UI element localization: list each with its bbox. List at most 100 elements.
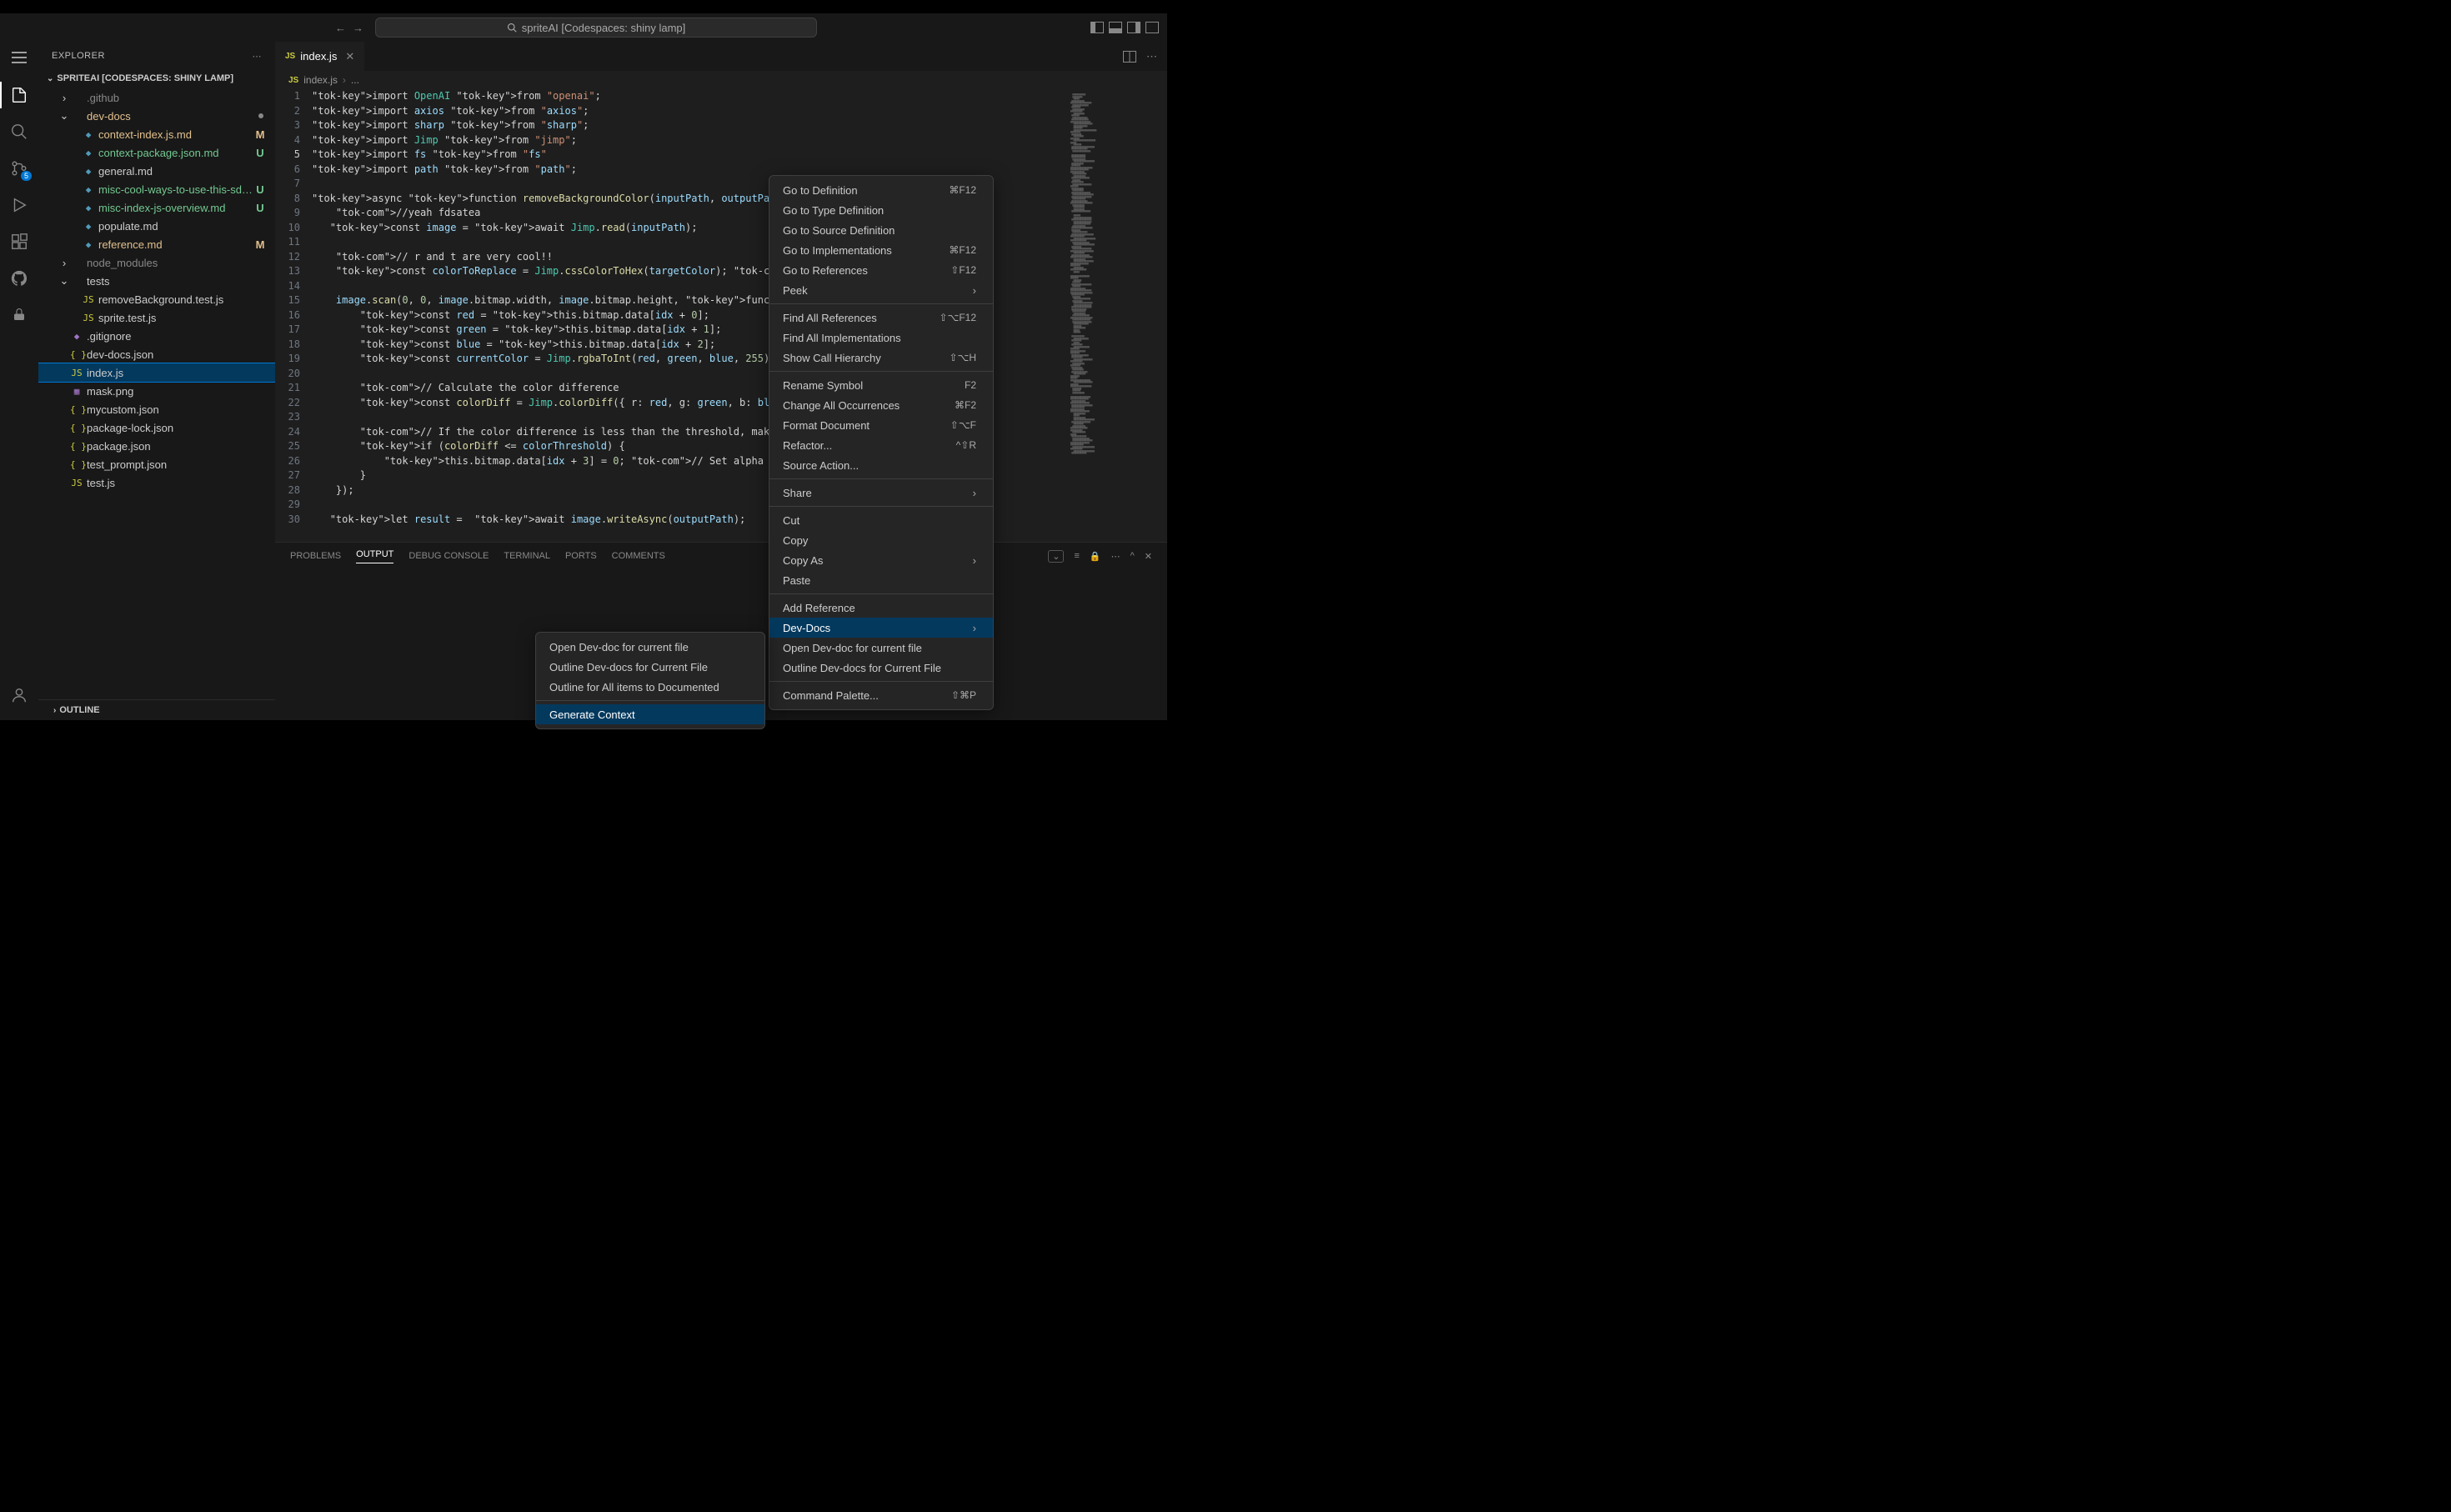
menu-item-format-document[interactable]: Format Document⇧⌥F — [769, 415, 993, 435]
tree-item-misc-index-js-overview-md[interactable]: ◆misc-index-js-overview.mdU — [38, 198, 275, 217]
tree-item-mask-png[interactable]: ▦mask.png — [38, 382, 275, 400]
tree-item-misc-cool-ways-to-use-this-sdk-md[interactable]: ◆misc-cool-ways-to-use-this-sdk.mdU — [38, 180, 275, 198]
menu-item-dev-docs[interactable]: Dev-Docs› — [769, 618, 993, 638]
menu-item-peek[interactable]: Peek› — [769, 280, 993, 300]
workspace-title[interactable]: ⌄ SPRITEAI [CODESPACES: SHINY LAMP] — [38, 70, 275, 87]
run-debug-icon[interactable] — [9, 195, 29, 215]
nav-back-icon[interactable]: ← — [335, 22, 346, 34]
menu-item-outline-dev-docs-for-current-file[interactable]: Outline Dev-docs for Current File — [769, 658, 993, 678]
tree-item-dev-docs-json[interactable]: { }dev-docs.json — [38, 345, 275, 363]
breadcrumb-ellipsis[interactable]: ... — [351, 74, 359, 86]
menu-item-outline-dev-docs-for-current-file[interactable]: Outline Dev-docs for Current File — [536, 657, 764, 677]
panel-tab-problems[interactable]: PROBLEMS — [290, 551, 341, 561]
context-menu-devdocs-sub[interactable]: Open Dev-doc for current fileOutline Dev… — [535, 632, 765, 729]
accounts-icon[interactable] — [9, 685, 29, 705]
menu-item-go-to-implementations[interactable]: Go to Implementations⌘F12 — [769, 240, 993, 260]
panel-tab-ports[interactable]: PORTS — [565, 551, 597, 561]
search-activity-icon[interactable] — [9, 122, 29, 142]
menu-item-open-dev-doc-for-current-file[interactable]: Open Dev-doc for current file — [769, 638, 993, 658]
extensions-icon[interactable] — [9, 232, 29, 252]
menu-item-find-all-references[interactable]: Find All References⇧⌥F12 — [769, 308, 993, 328]
menu-label: Source Action... — [783, 459, 859, 472]
source-control-icon[interactable]: 5 — [9, 158, 29, 178]
close-icon[interactable]: ✕ — [345, 50, 354, 63]
panel-tab-terminal[interactable]: TERMINAL — [504, 551, 550, 561]
menu-item-copy[interactable]: Copy — [769, 530, 993, 550]
tree-item-tests[interactable]: ⌄tests — [38, 272, 275, 290]
menu-item-go-to-type-definition[interactable]: Go to Type Definition — [769, 200, 993, 220]
menu-item-copy-as[interactable]: Copy As› — [769, 550, 993, 570]
tree-item-general-md[interactable]: ◆general.md — [38, 162, 275, 180]
menu-item-source-action---[interactable]: Source Action... — [769, 455, 993, 475]
tree-item-dev-docs[interactable]: ⌄dev-docs — [38, 107, 275, 125]
command-center[interactable]: spriteAI [Codespaces: shiny lamp] — [375, 18, 817, 38]
breadcrumbs[interactable]: JS index.js › ... — [275, 71, 1167, 89]
tree-item-index-js[interactable]: JSindex.js — [38, 363, 275, 382]
menu-item-generate-context[interactable]: Generate Context — [536, 704, 764, 724]
menu-icon[interactable] — [12, 52, 27, 63]
git-status: M — [253, 128, 267, 141]
tree-item-removebackground-test-js[interactable]: JSremoveBackground.test.js — [38, 290, 275, 308]
menu-item-command-palette---[interactable]: Command Palette...⇧⌘P — [769, 685, 993, 705]
menu-item-go-to-source-definition[interactable]: Go to Source Definition — [769, 220, 993, 240]
file-icon: { } — [70, 423, 83, 433]
tree-item-reference-md[interactable]: ◆reference.mdM — [38, 235, 275, 253]
tree-item-mycustom-json[interactable]: { }mycustom.json — [38, 400, 275, 418]
panel-dropdown[interactable]: ⌄ — [1048, 550, 1064, 563]
nav-forward-icon[interactable]: → — [353, 22, 363, 34]
tree-item-sprite-test-js[interactable]: JSsprite.test.js — [38, 308, 275, 327]
outline-section[interactable]: › OUTLINE — [38, 699, 275, 720]
breadcrumb-file[interactable]: index.js — [303, 74, 338, 86]
tree-item-context-index-js-md[interactable]: ◆context-index.js.mdM — [38, 125, 275, 143]
menu-item-show-call-hierarchy[interactable]: Show Call Hierarchy⇧⌥H — [769, 348, 993, 368]
explorer-icon[interactable] — [9, 85, 29, 105]
panel-filter-icon[interactable]: ≡ — [1074, 551, 1079, 561]
minimap[interactable]: █████████████ ██████████ ██████ ████████… — [1067, 89, 1167, 542]
menu-item-change-all-occurrences[interactable]: Change All Occurrences⌘F2 — [769, 395, 993, 415]
toggle-panel-icon[interactable] — [1109, 22, 1122, 33]
panel-close-icon[interactable]: ✕ — [1145, 551, 1152, 562]
tree-item-node-modules[interactable]: ›node_modules — [38, 253, 275, 272]
menu-item-refactor---[interactable]: Refactor...^⇧R — [769, 435, 993, 455]
menu-item-paste[interactable]: Paste — [769, 570, 993, 590]
panel-tab-output[interactable]: OUTPUT — [356, 549, 393, 563]
menu-item-find-all-implementations[interactable]: Find All Implementations — [769, 328, 993, 348]
tree-item-package-json[interactable]: { }package.json — [38, 437, 275, 455]
tree-item-populate-md[interactable]: ◆populate.md — [38, 217, 275, 235]
toggle-primary-sidebar-icon[interactable] — [1090, 22, 1104, 33]
menu-item-add-reference[interactable]: Add Reference — [769, 598, 993, 618]
more-actions-icon[interactable]: ⋯ — [1146, 50, 1157, 63]
menu-item-share[interactable]: Share› — [769, 483, 993, 503]
menu-item-open-dev-doc-for-current-file[interactable]: Open Dev-doc for current file — [536, 637, 764, 657]
panel-maximize-icon[interactable]: ^ — [1130, 551, 1135, 561]
tree-item-test-js[interactable]: JStest.js — [38, 473, 275, 492]
menu-item-rename-symbol[interactable]: Rename SymbolF2 — [769, 375, 993, 395]
tree-item-package-lock-json[interactable]: { }package-lock.json — [38, 418, 275, 437]
file-tree[interactable]: ›.github⌄dev-docs◆context-index.js.mdM◆c… — [38, 87, 275, 699]
menu-item-cut[interactable]: Cut — [769, 510, 993, 530]
github-icon[interactable] — [9, 268, 29, 288]
file-label: sprite.test.js — [98, 312, 267, 324]
menu-shortcut: ⌘F12 — [929, 184, 976, 196]
sidebar-header: EXPLORER ⋯ — [38, 42, 275, 70]
menu-item-go-to-references[interactable]: Go to References⇧F12 — [769, 260, 993, 280]
sidebar-menu-icon[interactable]: ⋯ — [253, 51, 263, 62]
menu-item-outline-for-all-items-to-documented[interactable]: Outline for All items to Documented — [536, 677, 764, 697]
tab-index-js[interactable]: JS index.js ✕ — [275, 42, 365, 71]
devdocs-icon[interactable] — [9, 305, 29, 325]
panel-clear-icon[interactable]: ⋯ — [1111, 551, 1120, 562]
tree-item-context-package-json-md[interactable]: ◆context-package.json.mdU — [38, 143, 275, 162]
toggle-secondary-sidebar-icon[interactable] — [1127, 22, 1140, 33]
panel-lock-icon[interactable]: 🔒 — [1090, 551, 1101, 562]
submenu-arrow-icon: › — [973, 554, 976, 567]
split-editor-icon[interactable] — [1123, 51, 1136, 63]
menu-item-go-to-definition[interactable]: Go to Definition⌘F12 — [769, 180, 993, 200]
context-menu-main[interactable]: Go to Definition⌘F12Go to Type Definitio… — [769, 175, 994, 710]
panel-tab-comments[interactable]: COMMENTS — [612, 551, 665, 561]
tree-item-test-prompt-json[interactable]: { }test_prompt.json — [38, 455, 275, 473]
menu-label: Refactor... — [783, 439, 832, 452]
tree-item--github[interactable]: ›.github — [38, 88, 275, 107]
panel-tab-debug-console[interactable]: DEBUG CONSOLE — [408, 551, 489, 561]
tree-item--gitignore[interactable]: ◆.gitignore — [38, 327, 275, 345]
customize-layout-icon[interactable] — [1145, 22, 1159, 33]
